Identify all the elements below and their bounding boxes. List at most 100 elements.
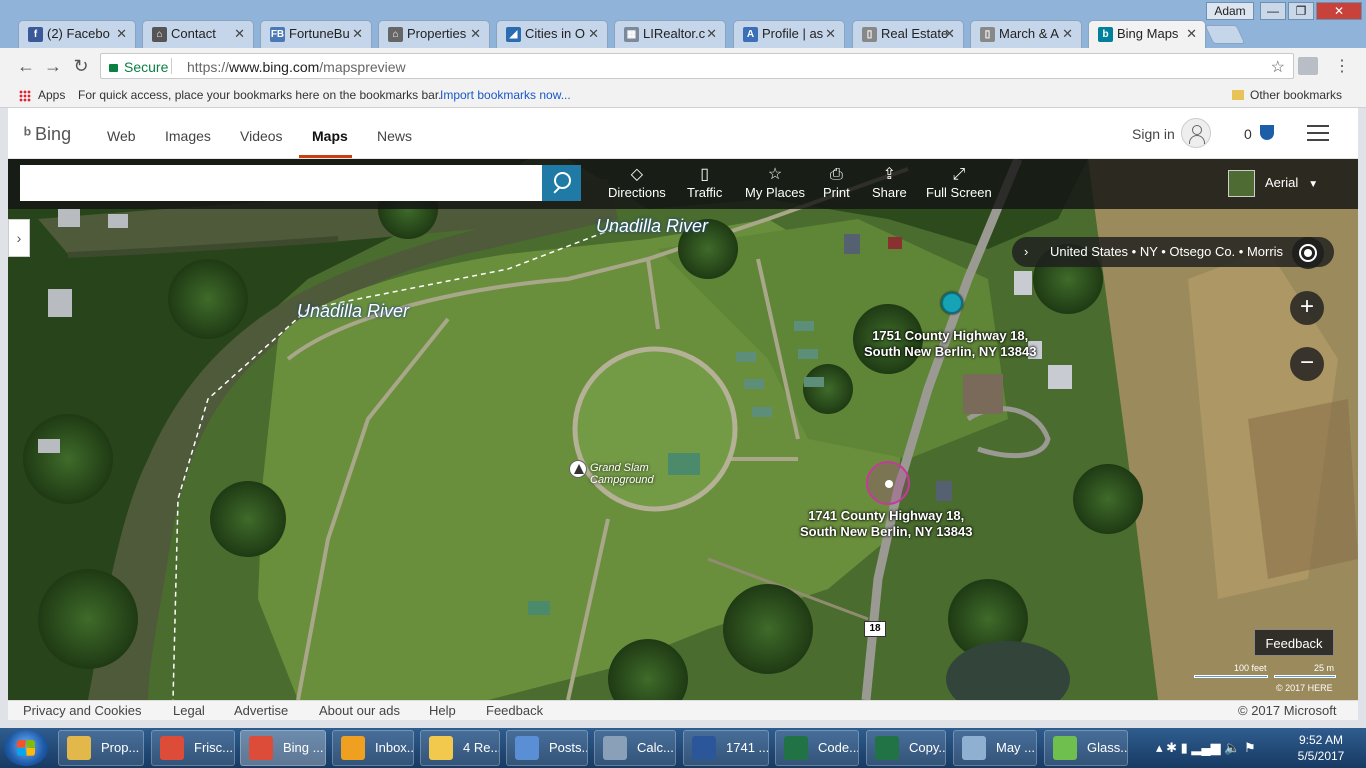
footer-link[interactable]: Feedback <box>486 703 543 718</box>
bing-logo[interactable]: ᵇ Bing <box>24 124 71 145</box>
taskbar-item[interactable]: Copy... <box>866 730 946 766</box>
close-tab-icon[interactable]: ✕ <box>825 26 836 42</box>
browser-tab[interactable]: (2) Facebo f ✕ <box>18 20 136 48</box>
zoom-out-icon[interactable]: − <box>1290 347 1324 381</box>
map-style-selector[interactable]: Aerial ▼ <box>1228 170 1318 197</box>
system-tray[interactable]: ▴ ✱ ▮ ▂▄▆ 🔈 ⚑ <box>1156 740 1256 756</box>
campground-icon[interactable] <box>569 460 587 478</box>
taskbar-item[interactable]: Posts... <box>506 730 588 766</box>
browser-tab[interactable]: Contact ⌂ ✕ <box>142 20 254 48</box>
footer-link[interactable]: Advertise <box>234 703 288 718</box>
taskbar-item[interactable]: Prop... <box>58 730 144 766</box>
full-screen-button[interactable]: ⤢ Full Screen <box>926 165 992 200</box>
search-icon[interactable] <box>542 165 581 201</box>
other-bookmarks[interactable]: Other bookmarks <box>1232 88 1342 102</box>
browser-tab[interactable]: March & A ▯ ✕ <box>970 20 1082 48</box>
browser-tab[interactable]: Properties ⌂ ✕ <box>378 20 490 48</box>
scope-maps[interactable]: Maps <box>312 128 348 144</box>
chevron-right-icon[interactable]: › <box>1024 237 1028 267</box>
browser-tab[interactable]: Cities in O ◢ ✕ <box>496 20 608 48</box>
footer-link[interactable]: About our ads <box>319 703 400 718</box>
print-button[interactable]: ⎙ Print <box>823 165 850 200</box>
forward-icon[interactable]: → <box>43 56 63 76</box>
close-tab-icon[interactable]: ✕ <box>116 26 127 42</box>
close-tab-icon[interactable]: ✕ <box>1062 26 1073 42</box>
taskbar-item[interactable]: Frisc... <box>151 730 235 766</box>
traffic-button[interactable]: ▯ Traffic <box>687 165 722 200</box>
scope-news[interactable]: News <box>377 128 412 144</box>
selected-location-pin-icon[interactable] <box>866 461 910 505</box>
location-breadcrumb[interactable]: › United States • NY • Otsego Co. • Morri… <box>1012 237 1334 267</box>
back-icon[interactable]: ← <box>16 56 36 76</box>
bookmark-star-icon[interactable]: ☆ <box>1271 57 1285 77</box>
taskbar-item[interactable]: Inbox... <box>332 730 414 766</box>
close-window-button[interactable]: ✕ <box>1316 2 1362 20</box>
rewards-count[interactable]: 0 <box>1244 126 1252 142</box>
browser-tab[interactable]: Bing Maps b ✕ <box>1088 20 1206 48</box>
footer-link[interactable]: Help <box>429 703 456 718</box>
my-places-button[interactable]: ☆ My Places <box>745 165 805 200</box>
close-tab-icon[interactable]: ✕ <box>352 26 363 42</box>
expand-panel-chevron-icon[interactable]: › <box>8 219 30 257</box>
maximize-button[interactable]: ❐ <box>1288 2 1314 20</box>
active-scope-underline <box>299 155 352 158</box>
browser-menu-icon[interactable]: ⋮ <box>1334 56 1350 76</box>
taskbar-item[interactable]: Calc... <box>594 730 676 766</box>
campground-label[interactable]: Grand Slam Campground <box>590 462 654 486</box>
browser-tab[interactable]: LIRealtor.c ▦ ✕ <box>614 20 726 48</box>
taskbar-item[interactable]: Code... <box>775 730 859 766</box>
close-tab-icon[interactable]: ✕ <box>944 26 955 42</box>
taskbar-item[interactable]: Bing ... <box>240 730 326 766</box>
directions-button[interactable]: ◇ Directions <box>608 165 666 200</box>
url-text[interactable]: https://www.bing.com/mapspreview <box>187 59 406 75</box>
address-bar[interactable]: Secure https://www.bing.com/mapspreview … <box>100 53 1294 79</box>
hamburger-menu-icon[interactable] <box>1307 125 1329 141</box>
campground-label-line1: Grand Slam <box>590 462 649 474</box>
close-tab-icon[interactable]: ✕ <box>1186 26 1197 42</box>
rewards-trophy-icon[interactable] <box>1260 125 1274 140</box>
address-label[interactable]: 1741 County Highway 18, South New Berlin,… <box>800 508 972 540</box>
river-label[interactable]: Unadilla River <box>297 301 409 322</box>
share-button[interactable]: ⇪ Share <box>872 165 907 200</box>
clock[interactable]: 9:52 AM 5/5/2017 <box>1290 732 1352 764</box>
map-feedback-button[interactable]: Feedback <box>1254 629 1334 656</box>
apps-link[interactable]: Apps <box>38 88 65 102</box>
user-avatar-icon[interactable] <box>1181 118 1211 148</box>
new-tab-button[interactable] <box>1204 25 1246 44</box>
taskbar-item[interactable]: May ... <box>953 730 1037 766</box>
close-tab-icon[interactable]: ✕ <box>588 26 599 42</box>
browser-tab[interactable]: Profile | as A ✕ <box>733 20 845 48</box>
footer-link[interactable]: Legal <box>173 703 205 718</box>
close-tab-icon[interactable]: ✕ <box>470 26 481 42</box>
taskbar-item[interactable]: 1741 ... <box>683 730 769 766</box>
minimize-button[interactable]: — <box>1260 2 1286 20</box>
taskbar-item[interactable]: 4 Re... <box>420 730 500 766</box>
extension-icon[interactable] <box>1298 57 1318 75</box>
scope-web[interactable]: Web <box>107 128 136 144</box>
apps-icon[interactable] <box>19 90 31 102</box>
import-bookmarks-link[interactable]: Import bookmarks now... <box>440 88 571 102</box>
taskbar-item[interactable]: Glass... <box>1044 730 1128 766</box>
location-pin-icon[interactable] <box>941 292 963 314</box>
browser-tab[interactable]: Real Estate ▯ ✕ <box>852 20 964 48</box>
sign-in-link[interactable]: Sign in <box>1132 126 1175 142</box>
reload-icon[interactable]: ↻ <box>71 56 91 76</box>
zoom-in-icon[interactable]: + <box>1290 291 1324 325</box>
map-search-input[interactable] <box>20 165 542 201</box>
river-label[interactable]: Unadilla River <box>596 216 708 237</box>
address-label[interactable]: 1751 County Highway 18, South New Berlin,… <box>864 328 1036 360</box>
bing-logo-text: Bing <box>35 124 72 144</box>
locate-me-icon[interactable] <box>1292 237 1324 269</box>
start-button[interactable] <box>4 730 48 766</box>
scope-videos[interactable]: Videos <box>240 128 283 144</box>
secure-indicator[interactable]: Secure <box>109 59 168 75</box>
tab-favicon-icon: b <box>1098 27 1113 42</box>
scope-images[interactable]: Images <box>165 128 211 144</box>
footer-link[interactable]: Privacy and Cookies <box>23 703 142 718</box>
taskbar-item-label: Posts... <box>549 740 587 755</box>
map-canvas[interactable]: Unadilla River Unadilla River Grand Slam… <box>8 159 1358 700</box>
browser-tab[interactable]: FortuneBu FB ✕ <box>260 20 372 48</box>
close-tab-icon[interactable]: ✕ <box>234 26 245 42</box>
profile-chip[interactable]: Adam <box>1206 2 1254 20</box>
close-tab-icon[interactable]: ✕ <box>706 26 717 42</box>
